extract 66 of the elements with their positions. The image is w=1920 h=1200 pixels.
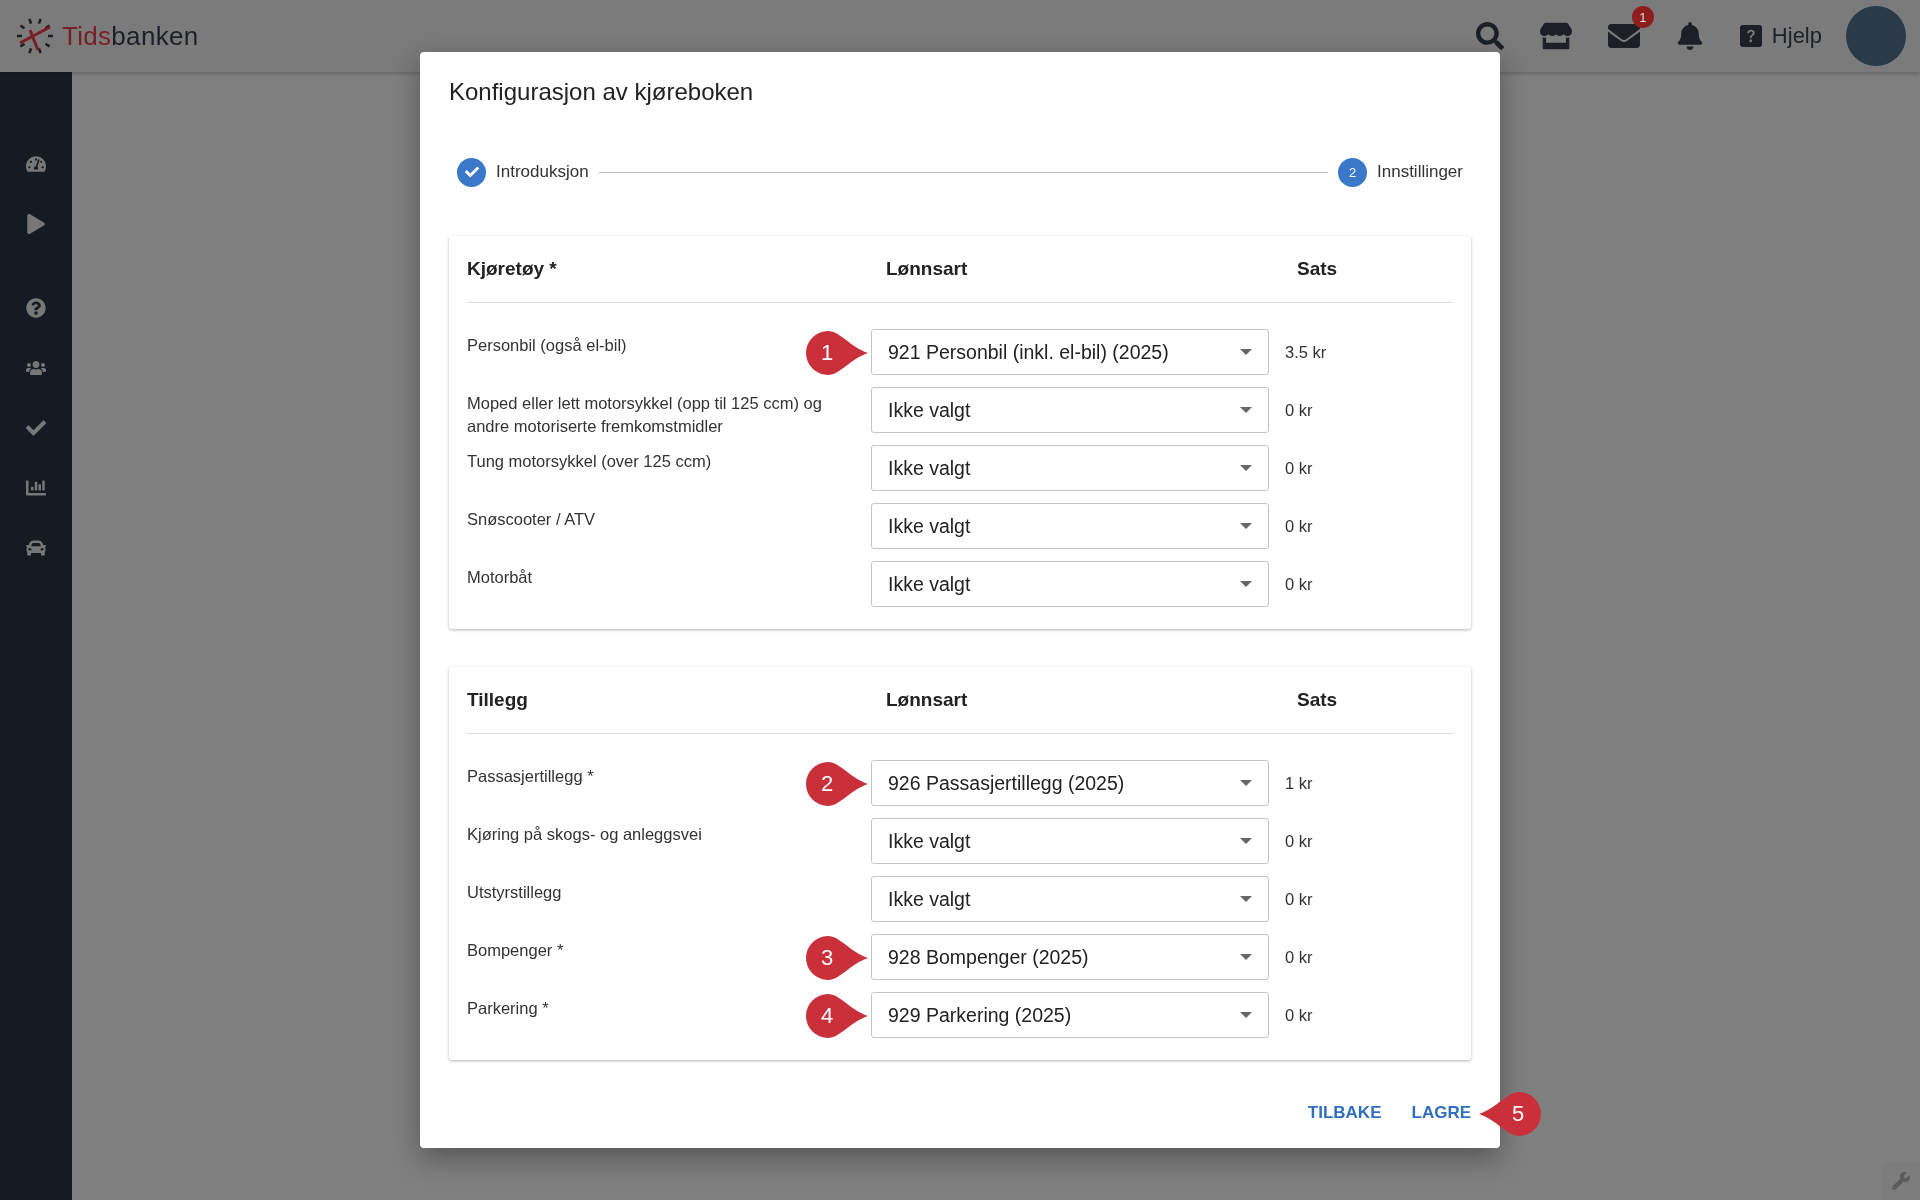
step-label: Innstillinger [1377, 162, 1463, 182]
caret-icon [1240, 780, 1252, 786]
callout-marker: 2 [806, 762, 868, 806]
caret-icon [1240, 523, 1252, 529]
save-button[interactable]: LAGRE [1403, 1095, 1479, 1131]
row-label: Kjøring på skogs- og anleggsvei [467, 824, 702, 845]
row-label: Personbil (også el-bil) [467, 335, 627, 356]
callout-marker: 5 [1479, 1092, 1541, 1136]
rate-text: 0 kr [1285, 516, 1314, 536]
logo-text: Tidsbanken [62, 20, 199, 52]
column-header: Lønnsart [885, 689, 969, 711]
row-label: Passasjertillegg * [467, 766, 594, 787]
select-field[interactable]: 926 Passasjertillegg (2025) [871, 760, 1269, 806]
caret-icon [1240, 349, 1252, 355]
rate-text: 0 kr [1285, 889, 1314, 909]
caret-icon [1240, 1012, 1252, 1018]
rate-text: 0 kr [1285, 947, 1314, 967]
store-icon[interactable] [1539, 20, 1572, 52]
column-header: Sats [1296, 258, 1339, 280]
select-field[interactable]: 921 Personbil (inkl. el-bil) (2025) [871, 329, 1269, 375]
row-label: Tung motorsykkel (over 125 ccm) [467, 451, 712, 472]
column-header: Lønnsart [885, 258, 969, 280]
row-label: Motorbåt [467, 567, 533, 588]
column-header: Tillegg [467, 689, 529, 711]
caret-icon [1240, 581, 1252, 587]
help-icon [1739, 25, 1762, 47]
row-label: Snøscooter / ATV [467, 509, 596, 530]
caret-icon [1240, 896, 1252, 902]
select-field[interactable]: 929 Parkering (2025) [871, 992, 1269, 1038]
column-header: Sats [1296, 689, 1339, 711]
callout-marker: 3 [806, 936, 868, 980]
help-link[interactable]: Hjelp [1739, 23, 1822, 49]
rate-text: 1 kr [1285, 773, 1314, 793]
row-label: Utstyrstillegg [467, 882, 562, 903]
dialog-title: Konfigurasjon av kjøreboken [449, 77, 755, 106]
step-label: Introduksjon [496, 162, 589, 182]
select-field[interactable]: Ikke valgt [871, 387, 1269, 433]
column-header: Kjøretøy * [467, 258, 558, 280]
avatar[interactable] [1846, 6, 1906, 66]
rate-text: 0 kr [1285, 400, 1314, 420]
row-label: Parkering * [467, 998, 549, 1019]
step-number: 2 [1338, 157, 1367, 187]
select-field[interactable]: Ikke valgt [871, 876, 1269, 922]
select-field[interactable]: 928 Bompenger (2025) [871, 934, 1269, 980]
rate-text: 0 kr [1285, 458, 1314, 478]
back-button[interactable]: TILBAKE [1299, 1095, 1390, 1131]
rate-text: 3.5 kr [1285, 342, 1328, 362]
caret-icon [1240, 465, 1252, 471]
rate-text: 0 kr [1285, 1005, 1314, 1025]
callout-marker: 4 [806, 994, 868, 1038]
row-label: Moped eller lett motorsykkel (opp til 125 ccm) og andre motoriserte fremkomstmidler [467, 393, 823, 437]
notification-badge: 1 [1631, 6, 1654, 28]
search-icon[interactable] [1475, 22, 1504, 50]
callout-marker: 1 [806, 331, 868, 375]
row-label: Bompenger * [467, 940, 564, 961]
select-field[interactable]: Ikke valgt [871, 503, 1269, 549]
select-field[interactable]: Ikke valgt [871, 561, 1269, 607]
rate-text: 0 kr [1285, 574, 1314, 594]
caret-icon [1240, 838, 1252, 844]
rate-text: 0 kr [1285, 831, 1314, 851]
caret-icon [1240, 407, 1252, 413]
caret-icon [1240, 954, 1252, 960]
select-field[interactable]: Ikke valgt [871, 818, 1269, 864]
logo-icon [16, 17, 54, 55]
bell-icon[interactable] [1675, 22, 1704, 50]
select-field[interactable]: Ikke valgt [871, 445, 1269, 491]
